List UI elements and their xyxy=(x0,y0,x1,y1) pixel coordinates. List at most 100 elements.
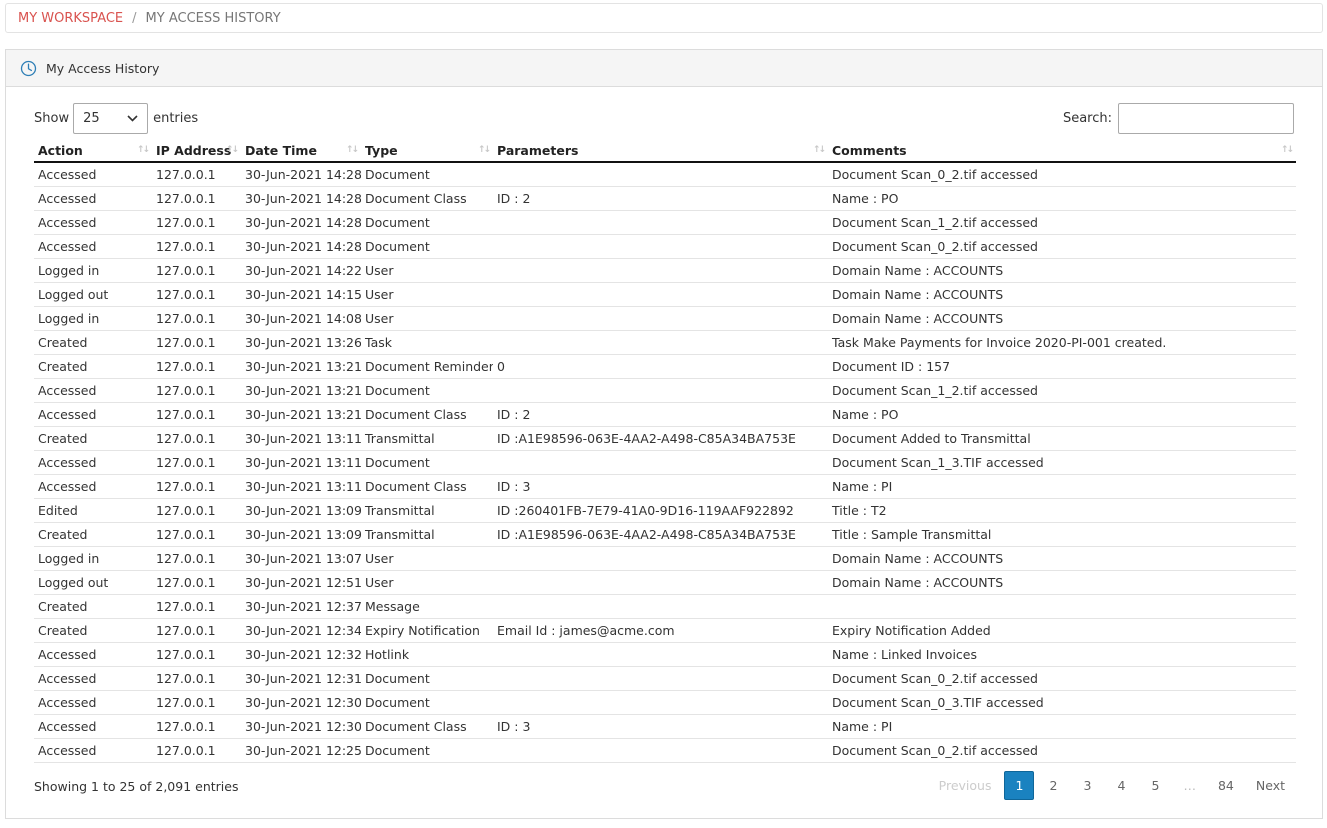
table-info: Showing 1 to 25 of 2,091 entries xyxy=(34,779,239,794)
cell-action: Logged in xyxy=(34,306,152,331)
cell-parameters: ID :A1E98596-063E-4AA2-A498-C85A34BA753E xyxy=(493,426,828,451)
table-row: Accessed 127.0.0.1 30-Jun-2021 13:11 Docume… xyxy=(34,474,1296,499)
cell-parameters xyxy=(493,594,828,619)
cell-parameters xyxy=(493,642,828,667)
breadcrumb-my-workspace-link[interactable]: MY WORKSPACE xyxy=(18,11,123,26)
cell-ip-address: 127.0.0.1 xyxy=(152,282,241,307)
cell-ip-address: 127.0.0.1 xyxy=(152,594,241,619)
chevron-down-icon xyxy=(127,111,138,126)
cell-date-time: 30-Jun-2021 14:28 xyxy=(241,234,361,259)
cell-date-time: 30-Jun-2021 14:28 xyxy=(241,210,361,235)
pagination-page-3[interactable]: 3 xyxy=(1072,771,1102,800)
cell-comments: Document Scan_0_3.TIF accessed xyxy=(828,690,1296,715)
pagination-page-last[interactable]: 84 xyxy=(1209,771,1243,800)
cell-type: Document Class xyxy=(361,402,493,427)
cell-comments: Name : Linked Invoices xyxy=(828,642,1296,667)
cell-action: Created xyxy=(34,594,152,619)
cell-ip-address: 127.0.0.1 xyxy=(152,498,241,523)
table-row: Accessed 127.0.0.1 30-Jun-2021 14:28 Docume… xyxy=(34,186,1296,211)
cell-comments: Document Scan_0_2.tif accessed xyxy=(828,666,1296,691)
cell-date-time: 30-Jun-2021 12:31 xyxy=(241,666,361,691)
cell-ip-address: 127.0.0.1 xyxy=(152,546,241,571)
cell-type: Document xyxy=(361,234,493,259)
cell-date-time: 30-Jun-2021 14:08 xyxy=(241,306,361,331)
cell-ip-address: 127.0.0.1 xyxy=(152,330,241,355)
table-row: Logged out 127.0.0.1 30-Jun-2021 12:51 User… xyxy=(34,570,1296,595)
access-history-table: Action ↑↓ IP Address ↑↓ Date Time ↑↓ Type ↑↓ Par… xyxy=(34,140,1296,763)
cell-date-time: 30-Jun-2021 13:21 xyxy=(241,378,361,403)
cell-ip-address: 127.0.0.1 xyxy=(152,690,241,715)
cell-comments: Document ID : 157 xyxy=(828,354,1296,379)
column-header-comments[interactable]: Comments ↑↓ xyxy=(828,140,1296,163)
cell-type: Document xyxy=(361,450,493,475)
pagination-page-5[interactable]: 5 xyxy=(1140,771,1170,800)
cell-type: User xyxy=(361,570,493,595)
cell-action: Created xyxy=(34,354,152,379)
table-row: Accessed 127.0.0.1 30-Jun-2021 14:28 Docume… xyxy=(34,234,1296,259)
entries-select-value: 25 xyxy=(83,110,100,126)
cell-date-time: 30-Jun-2021 12:30 xyxy=(241,714,361,739)
column-header-type[interactable]: Type ↑↓ xyxy=(361,140,493,163)
entries-select[interactable]: 25 xyxy=(73,102,149,134)
cell-action: Logged in xyxy=(34,258,152,283)
table-row: Accessed 127.0.0.1 30-Jun-2021 13:21 Docume… xyxy=(34,402,1296,427)
cell-action: Logged in xyxy=(34,546,152,571)
table-row: Accessed 127.0.0.1 30-Jun-2021 13:21 Docume… xyxy=(34,378,1296,403)
cell-parameters: ID :260401FB-7E79-41A0-9D16-119AAF922892 xyxy=(493,498,828,523)
table-row: Logged in 127.0.0.1 30-Jun-2021 14:22 User D… xyxy=(34,258,1296,283)
cell-type: Document Class xyxy=(361,186,493,211)
cell-action: Edited xyxy=(34,498,152,523)
cell-comments xyxy=(828,594,1296,619)
cell-action: Accessed xyxy=(34,450,152,475)
cell-action: Accessed xyxy=(34,378,152,403)
cell-type: Document xyxy=(361,738,493,763)
table-header-row: Action ↑↓ IP Address ↑↓ Date Time ↑↓ Type ↑↓ Par… xyxy=(34,140,1296,163)
cell-parameters xyxy=(493,450,828,475)
cell-action: Accessed xyxy=(34,642,152,667)
cell-type: Task xyxy=(361,330,493,355)
pagination-next-button[interactable]: Next xyxy=(1247,771,1294,800)
cell-parameters xyxy=(493,258,828,283)
cell-comments: Domain Name : ACCOUNTS xyxy=(828,306,1296,331)
cell-comments: Document Scan_0_2.tif accessed xyxy=(828,234,1296,259)
cell-comments: Expiry Notification Added xyxy=(828,618,1296,643)
column-header-date-time[interactable]: Date Time ↑↓ xyxy=(241,140,361,163)
cell-comments: Document Scan_1_2.tif accessed xyxy=(828,210,1296,235)
cell-comments: Document Scan_1_2.tif accessed xyxy=(828,378,1296,403)
column-header-ip-address[interactable]: IP Address ↑↓ xyxy=(152,140,241,163)
column-header-label: Parameters xyxy=(497,143,579,158)
cell-action: Accessed xyxy=(34,690,152,715)
pagination-ellipsis: … xyxy=(1183,778,1196,793)
cell-date-time: 30-Jun-2021 13:11 xyxy=(241,426,361,451)
cell-parameters: 0 xyxy=(493,354,828,379)
pagination-page-4[interactable]: 4 xyxy=(1106,771,1136,800)
table-row: Created 127.0.0.1 30-Jun-2021 13:21 Documen… xyxy=(34,354,1296,379)
column-header-label: IP Address xyxy=(156,143,232,158)
cell-parameters xyxy=(493,306,828,331)
clock-icon xyxy=(20,60,37,77)
pagination-page-2[interactable]: 2 xyxy=(1038,771,1068,800)
cell-type: Document Class xyxy=(361,474,493,499)
pagination-previous-button[interactable]: Previous xyxy=(930,771,1001,800)
cell-comments: Document Scan_0_2.tif accessed xyxy=(828,162,1296,187)
cell-type: Transmittal xyxy=(361,426,493,451)
cell-comments: Name : PI xyxy=(828,474,1296,499)
entries-length-control: Show 25 entries xyxy=(34,102,198,134)
sort-icon: ↑↓ xyxy=(1280,145,1294,155)
search-input[interactable] xyxy=(1118,102,1294,134)
column-header-action[interactable]: Action ↑↓ xyxy=(34,140,152,163)
column-header-label: Action xyxy=(38,143,83,158)
cell-action: Logged out xyxy=(34,570,152,595)
cell-type: Message xyxy=(361,594,493,619)
cell-comments: Domain Name : ACCOUNTS xyxy=(828,258,1296,283)
cell-type: Document xyxy=(361,666,493,691)
cell-ip-address: 127.0.0.1 xyxy=(152,306,241,331)
cell-action: Accessed xyxy=(34,162,152,187)
cell-parameters: ID : 3 xyxy=(493,474,828,499)
cell-comments: Domain Name : ACCOUNTS xyxy=(828,546,1296,571)
pagination-page-1[interactable]: 1 xyxy=(1004,771,1035,800)
cell-ip-address: 127.0.0.1 xyxy=(152,258,241,283)
cell-comments: Domain Name : ACCOUNTS xyxy=(828,282,1296,307)
cell-comments: Title : Sample Transmittal xyxy=(828,522,1296,547)
column-header-parameters[interactable]: Parameters ↑↓ xyxy=(493,140,828,163)
